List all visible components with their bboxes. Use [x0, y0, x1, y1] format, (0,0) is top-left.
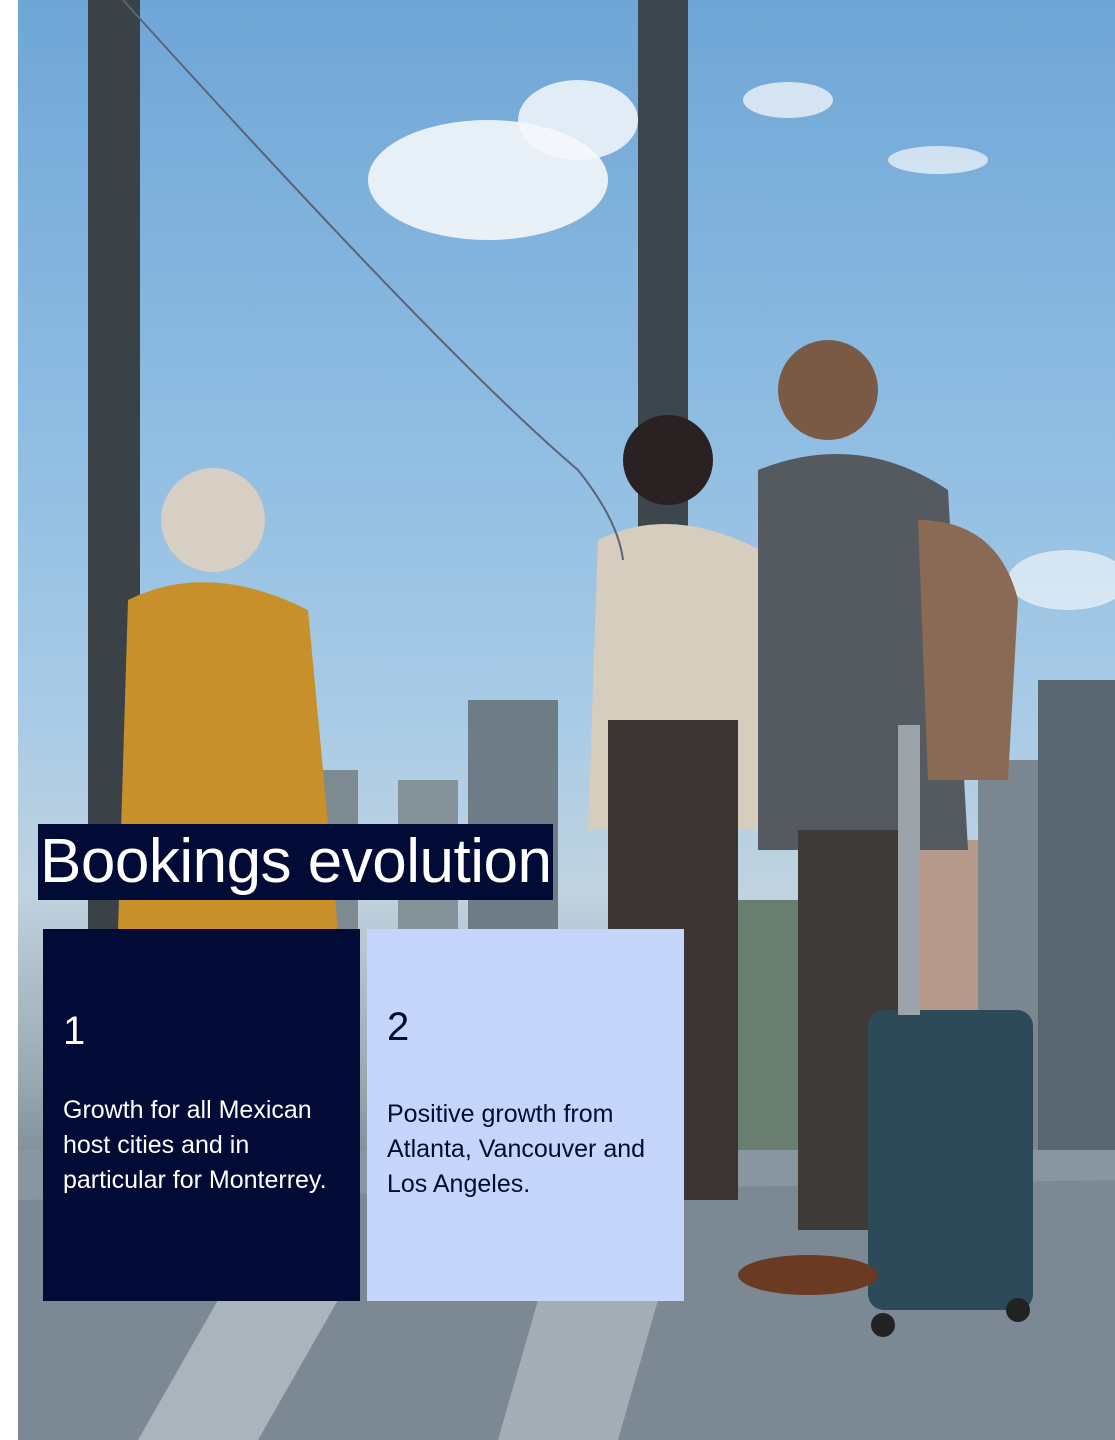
insight-card-2: 2 Positive growth from Atlanta, Vancouve… [367, 929, 684, 1301]
card-text: Growth for all Mexican host cities and i… [63, 1096, 327, 1194]
title-highlight: Bookings evolution [38, 824, 554, 900]
insight-card-1: 1 Growth for all Mexican host cities and… [43, 929, 360, 1301]
card-number: 2 [387, 1005, 410, 1049]
card-number: 1 [63, 1009, 86, 1053]
page-margin [0, 0, 18, 1440]
card-text: Positive growth from Atlanta, Vancouver … [387, 1100, 646, 1198]
page-title: Bookings evolution [40, 827, 552, 896]
